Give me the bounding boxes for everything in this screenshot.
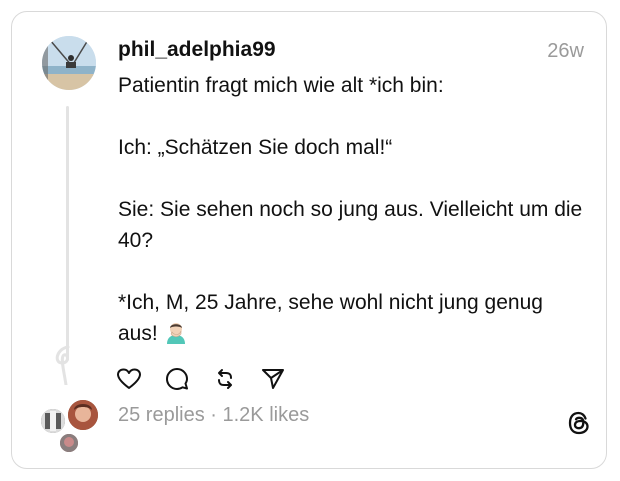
thread-line bbox=[66, 106, 69, 361]
post-stats[interactable]: 25 replies · 1.2K likes bbox=[118, 404, 309, 427]
post-paragraph: Patientin fragt mich wie alt *ich bin: bbox=[118, 74, 444, 97]
repost-icon[interactable] bbox=[212, 366, 238, 392]
author-avatar[interactable] bbox=[42, 36, 96, 90]
threads-logo-icon[interactable] bbox=[566, 410, 592, 436]
post-paragraph: Sie: Sie sehen noch so jung aus. Viellei… bbox=[118, 198, 583, 252]
post-timestamp: 26w bbox=[547, 40, 584, 62]
man-facepalming-emoji bbox=[164, 320, 188, 353]
action-bar bbox=[116, 366, 286, 392]
avatar-photo bbox=[42, 36, 96, 90]
post-body: Patientin fragt mich wie alt *ich bin: I… bbox=[118, 70, 588, 353]
replier-avatar bbox=[39, 407, 67, 435]
replier-avatar bbox=[66, 398, 100, 432]
send-icon[interactable] bbox=[260, 366, 286, 392]
heart-icon[interactable] bbox=[116, 366, 142, 392]
post-paragraph-last: *Ich, M, 25 Jahre, sehe wohl nicht jung … bbox=[118, 287, 588, 353]
username[interactable]: phil_adelphia99 bbox=[118, 38, 276, 62]
replier-avatar bbox=[58, 432, 80, 454]
comment-icon[interactable] bbox=[164, 366, 190, 392]
thread-curl-icon bbox=[55, 345, 70, 385]
post-paragraph: Ich: „Schätzen Sie doch mal!“ bbox=[118, 136, 393, 159]
